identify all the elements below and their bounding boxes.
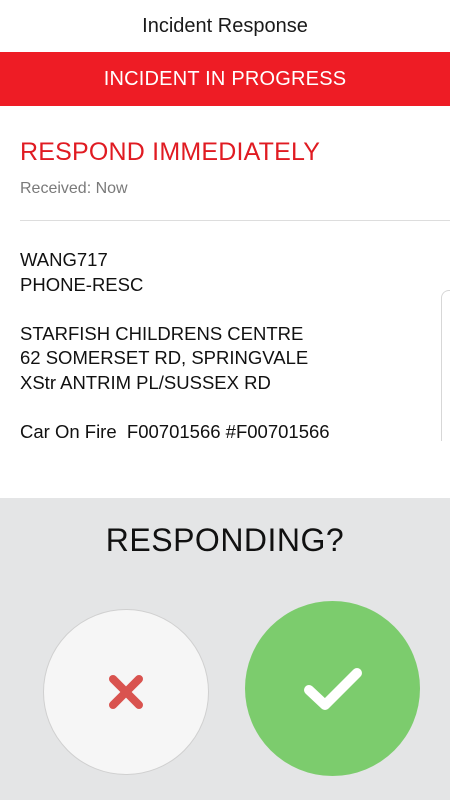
- message-line-type: PHONE-RESC: [20, 273, 144, 295]
- message-line-cross-streets: XStr ANTRIM PL/SUSSEX RD: [20, 371, 271, 393]
- message-line-unit: WANG717: [20, 249, 108, 270]
- received-time: Received: Now: [20, 180, 128, 197]
- incident-message: WANG717 PHONE-RESC STARFISH CHILDRENS CE…: [20, 248, 330, 444]
- decline-button[interactable]: [43, 609, 209, 775]
- accept-button[interactable]: [245, 601, 420, 776]
- status-banner: INCIDENT IN PROGRESS: [0, 52, 450, 106]
- message-line-location-name: STARFISH CHILDRENS CENTRE: [20, 322, 304, 344]
- message-line-incident: Car On Fire F00701566 #F00701566: [20, 420, 330, 442]
- page-title: Incident Response: [142, 14, 308, 37]
- incident-response-screen: Incident Response INCIDENT IN PROGRESS R…: [0, 0, 450, 800]
- status-banner-text: INCIDENT IN PROGRESS: [103, 67, 347, 90]
- incident-detail[interactable]: RESPOND IMMEDIATELY Received: Now WANG71…: [0, 106, 450, 498]
- respond-heading: RESPOND IMMEDIATELY: [20, 138, 321, 166]
- close-icon: [107, 673, 145, 711]
- response-panel: RESPONDING?: [0, 498, 450, 800]
- message-spacer: [20, 297, 330, 322]
- app-header: Incident Response: [0, 0, 450, 52]
- scroll-handle[interactable]: [441, 290, 450, 441]
- divider: [20, 220, 450, 221]
- message-line-address: 62 SOMERSET RD, SPRINGVALE: [20, 347, 309, 368]
- check-icon: [302, 665, 364, 713]
- responding-prompt: RESPONDING?: [105, 522, 345, 558]
- message-spacer: [20, 395, 330, 420]
